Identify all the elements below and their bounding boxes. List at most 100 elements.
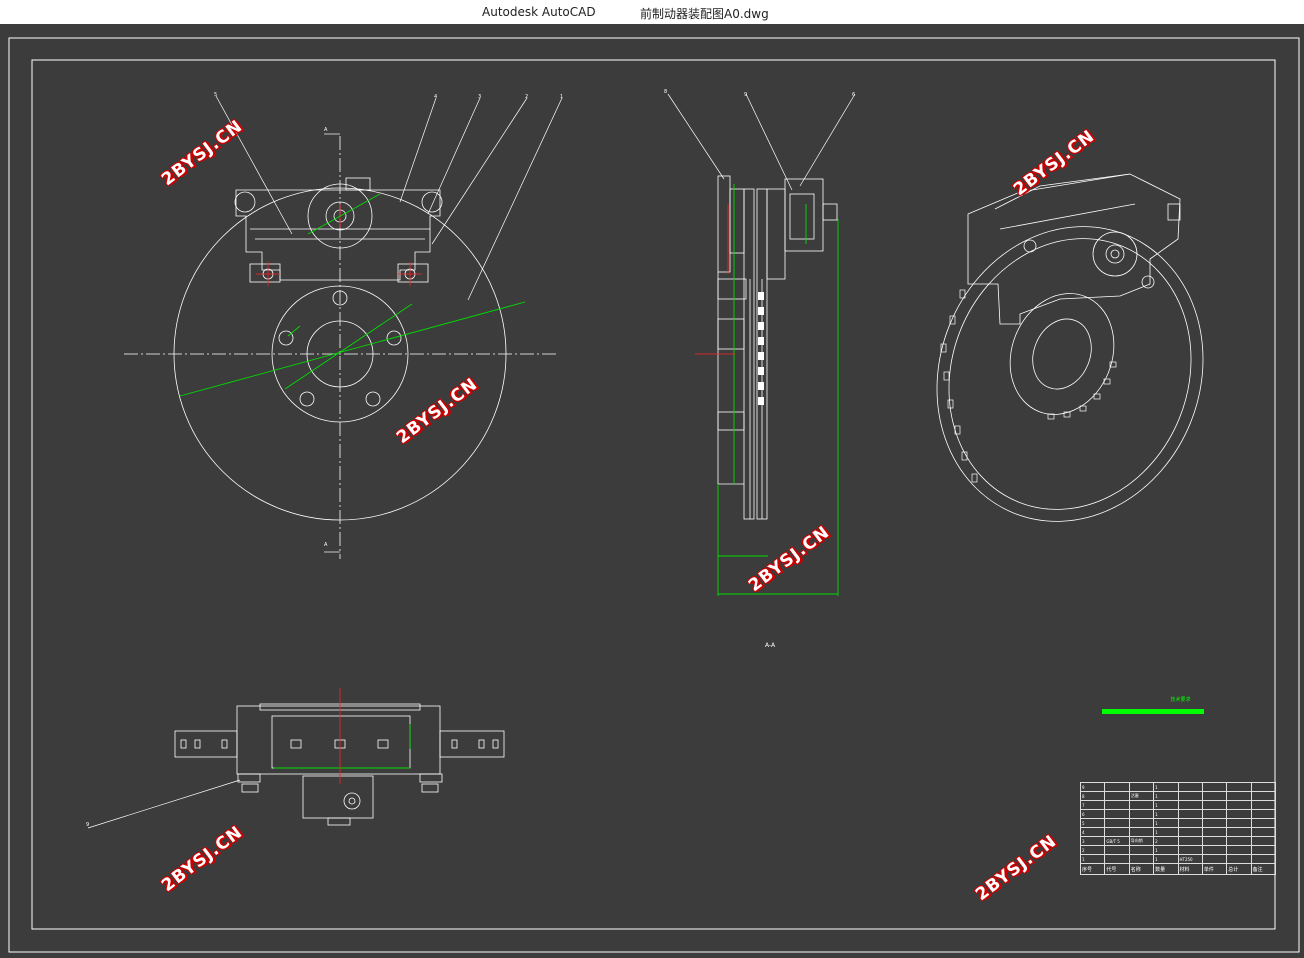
bom-cell xyxy=(1177,791,1203,801)
drawing-canvas[interactable]: 5 4 3 2 1 8 9 6 9 A A A-A 2BYSJ.CN 2BYSJ… xyxy=(0,24,1304,954)
balloon-front-3: 3 xyxy=(478,94,482,100)
bom-cell xyxy=(1201,827,1228,837)
bom-cell: 1 xyxy=(1153,782,1179,792)
top-view xyxy=(174,703,505,826)
balloon-front-4: 4 xyxy=(434,94,438,100)
bom-row: 3 GB/T 5 导向销 2 xyxy=(1079,836,1277,846)
bom-cell xyxy=(1201,818,1228,828)
side-leaders xyxy=(667,93,856,191)
bom-cell: 1 xyxy=(1153,809,1179,819)
bom-cell xyxy=(1226,791,1252,801)
bom-cell xyxy=(1250,818,1277,828)
bom-row: 71 xyxy=(1079,800,1277,810)
bom-cell xyxy=(1250,800,1277,810)
bom-cell xyxy=(1250,827,1277,837)
iso-view xyxy=(936,173,1204,522)
bom-header-cell: 名称 xyxy=(1128,863,1155,875)
bom-cell xyxy=(1201,809,1228,819)
bom-cell xyxy=(1177,818,1203,828)
bom-header-cell: 备注 xyxy=(1250,863,1277,875)
bom-cell xyxy=(1226,818,1252,828)
bom-cell: 1 xyxy=(1153,854,1179,864)
front-dimensions xyxy=(179,193,526,397)
bom-header-row: 序号 代号 名称 数量 材料 单件 总计 备注 xyxy=(1079,863,1277,875)
bom-cell xyxy=(1226,854,1252,864)
bom-cell xyxy=(1201,800,1228,810)
bom-cell xyxy=(1201,836,1228,846)
bom-cell xyxy=(1226,827,1252,837)
bom-cell: 2 xyxy=(1079,845,1106,855)
balloon-front-2: 2 xyxy=(525,94,529,100)
balloon-top-9: 9 xyxy=(86,822,90,828)
bom-cell xyxy=(1104,782,1130,792)
bom-header-cell: 总计 xyxy=(1226,863,1252,875)
bom-cell xyxy=(1104,827,1130,837)
bom-cell xyxy=(1226,836,1252,846)
bom-cell xyxy=(1226,809,1252,819)
bom-table: 9 1 8 活塞 1 7 1 6 1 5 1 4 1 3 GB/T 5 导向销 2 2 1 1 1 HT250 序号 代号 名称… xyxy=(1079,782,1277,875)
bom-cell xyxy=(1128,827,1155,837)
bom-cell: 5 xyxy=(1079,818,1106,828)
bom-cell: 4 xyxy=(1079,827,1106,837)
bom-cell: 6 xyxy=(1079,809,1106,819)
technical-notes: 技术要求 xyxy=(1102,696,1237,714)
balloon-side-8: 8 xyxy=(664,89,668,95)
bom-cell xyxy=(1226,845,1252,855)
bom-cell xyxy=(1128,800,1155,810)
bom-row: 1 1 HT250 xyxy=(1079,854,1277,864)
bom-cell: 1 xyxy=(1153,800,1179,810)
bom-cell xyxy=(1104,818,1130,828)
balloon-side-6: 6 xyxy=(852,92,856,98)
bom-cell xyxy=(1104,791,1130,801)
side-view xyxy=(717,175,838,520)
bom-cell: 3 xyxy=(1079,836,1106,846)
bom-cell xyxy=(1250,809,1277,819)
bom-cell: 1 xyxy=(1079,854,1106,864)
bom-header-cell: 代号 xyxy=(1104,863,1130,875)
side-view-label: A-A xyxy=(765,642,776,649)
bom-header-cell: 数量 xyxy=(1153,863,1179,875)
bom-cell: 8 xyxy=(1079,791,1106,801)
bom-cell xyxy=(1177,800,1203,810)
bom-cell xyxy=(1201,791,1228,801)
bom-cell xyxy=(1128,782,1155,792)
bom-row: 21 xyxy=(1079,845,1277,855)
document-name: 前制动器装配图A0.dwg xyxy=(640,7,769,21)
bom-cell: GB/T 5 xyxy=(1104,836,1130,846)
bom-row: 51 xyxy=(1079,818,1277,828)
bom-row: 41 xyxy=(1079,827,1277,837)
bom-cell xyxy=(1201,845,1228,855)
bom-row: 8 活塞 1 xyxy=(1079,791,1277,801)
bom-cell xyxy=(1128,854,1155,864)
front-view xyxy=(124,136,556,559)
bom-header-cell: 序号 xyxy=(1079,863,1106,875)
bom-cell xyxy=(1128,845,1155,855)
bom-cell: HT250 xyxy=(1177,854,1203,864)
bom-cell xyxy=(1177,836,1203,846)
bom-cell xyxy=(1226,800,1252,810)
title-bar: Autodesk AutoCAD 前制动器装配图A0.dwg xyxy=(0,0,1304,24)
app-name: Autodesk AutoCAD xyxy=(482,5,596,19)
top-dimensions xyxy=(274,724,411,769)
bom-cell xyxy=(1250,782,1277,792)
bom-cell xyxy=(1177,782,1203,792)
front-leaders xyxy=(215,95,563,553)
bom-cell: 2 xyxy=(1153,836,1179,846)
bom-cell xyxy=(1128,818,1155,828)
balloon-side-9: 9 xyxy=(744,92,748,98)
technical-notes-title: 技术要求 xyxy=(1170,697,1191,703)
bom-cell xyxy=(1177,809,1203,819)
bom-cell xyxy=(1104,809,1130,819)
top-leaders xyxy=(87,779,241,829)
bom-header-cell: 材料 xyxy=(1177,863,1203,875)
technical-notes-bar xyxy=(1102,709,1204,714)
bom-cell xyxy=(1128,809,1155,819)
bom-cell xyxy=(1250,854,1277,864)
balloon-front-1: 1 xyxy=(560,94,564,100)
bom-cell xyxy=(1177,845,1203,855)
bom-cell: 1 xyxy=(1153,791,1179,801)
bom-header-cell: 单件 xyxy=(1201,863,1228,875)
bom-cell: 导向销 xyxy=(1128,836,1155,846)
section-mark-bottom: A xyxy=(324,542,328,548)
bom-cell xyxy=(1104,854,1130,864)
